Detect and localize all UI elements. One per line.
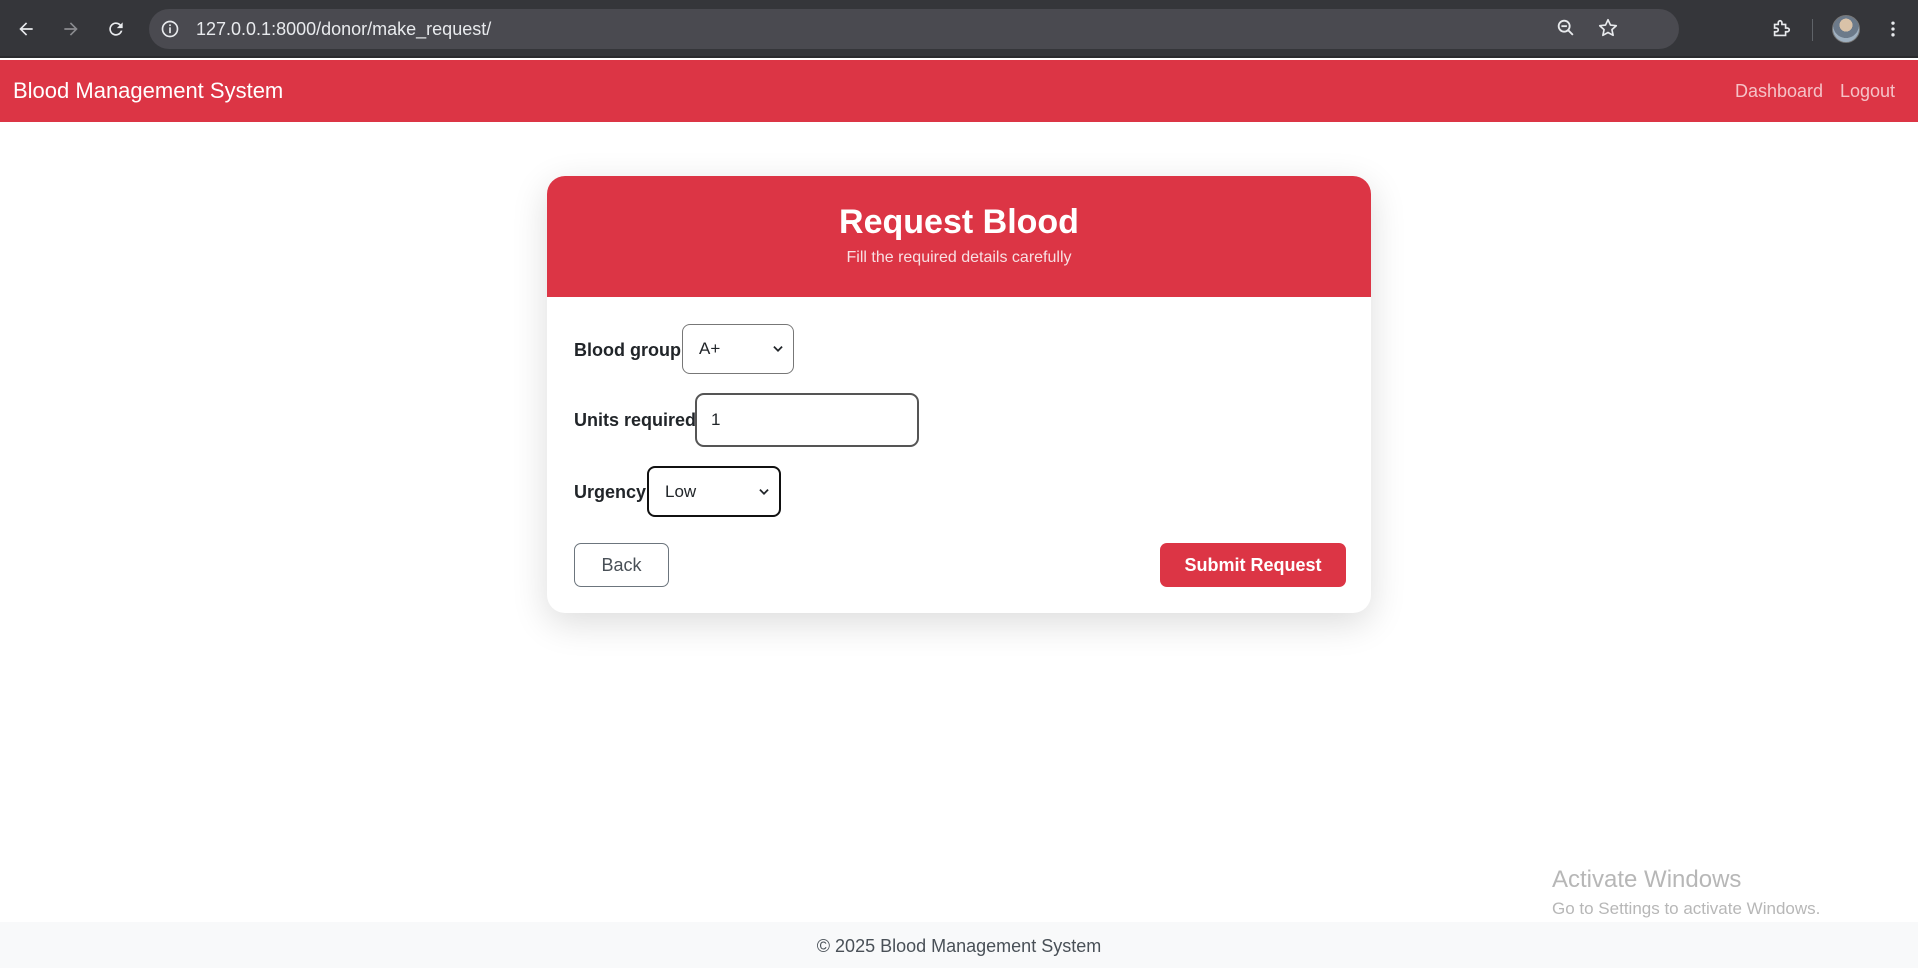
forward-arrow-icon[interactable]: [53, 11, 89, 47]
card-header: Request Blood Fill the required details …: [547, 176, 1371, 297]
url-text[interactable]: 127.0.0.1:8000/donor/make_request/: [196, 19, 491, 39]
more-menu-icon[interactable]: [1875, 11, 1911, 47]
app-navbar: Blood Management System Dashboard Logout: [0, 60, 1918, 122]
toolbar-divider: [1812, 19, 1813, 41]
bookmark-star-icon[interactable]: [1597, 17, 1619, 44]
blood-group-select[interactable]: A+: [682, 324, 794, 374]
blood-group-value: A+: [699, 339, 721, 358]
address-bar[interactable]: 127.0.0.1:8000/donor/make_request/: [149, 9, 1679, 49]
page-subtitle: Fill the required details carefully: [846, 249, 1072, 266]
chevron-down-icon: [759, 488, 769, 495]
nav-logout-link[interactable]: Logout: [1840, 80, 1895, 102]
urgency-select[interactable]: Low: [647, 466, 781, 517]
site-info-icon[interactable]: [159, 18, 181, 40]
units-required-value: 1: [711, 410, 721, 429]
zoom-icon[interactable]: [1555, 17, 1577, 44]
request-card: Request Blood Fill the required details …: [547, 176, 1371, 613]
urgency-label: Urgency: [574, 482, 647, 502]
nav-dashboard-link[interactable]: Dashboard: [1735, 80, 1823, 102]
brand-link[interactable]: Blood Management System: [13, 78, 283, 104]
page-title: Request Blood: [839, 203, 1079, 241]
back-arrow-icon[interactable]: [8, 11, 44, 47]
back-button[interactable]: Back: [574, 543, 669, 587]
browser-toolbar: 127.0.0.1:8000/donor/make_request/: [0, 0, 1918, 58]
profile-avatar[interactable]: [1832, 15, 1860, 43]
submit-request-button[interactable]: Submit Request: [1160, 543, 1346, 587]
page-footer: © 2025 Blood Management System: [0, 922, 1918, 968]
units-required-input[interactable]: 1: [695, 393, 919, 447]
urgency-value: Low: [665, 481, 697, 501]
activate-windows-title: Activate Windows: [1552, 866, 1742, 893]
chevron-down-icon: [773, 346, 783, 352]
blood-group-label: Blood group: [574, 340, 681, 360]
reload-icon[interactable]: [98, 11, 134, 47]
footer-copyright: © 2025 Blood Management System: [816, 936, 1102, 956]
extensions-icon[interactable]: [1763, 11, 1799, 47]
activate-windows-subtitle: Go to Settings to activate Windows.: [1552, 899, 1821, 918]
units-required-label: Units required: [574, 410, 697, 430]
